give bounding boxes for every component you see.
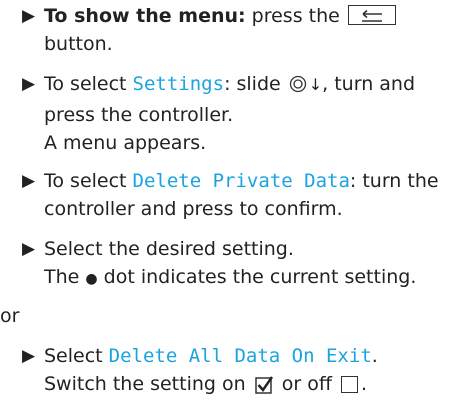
- delete-all-data-on-exit-label: Delete All Data On Exit: [108, 345, 372, 367]
- step-delete-all-data-on-exit: ▶ Select Delete All Data On Exit. Switch…: [22, 342, 455, 402]
- play-triangle-icon: ▶: [22, 171, 36, 191]
- or-separator: or: [0, 305, 20, 327]
- checkbox-unchecked-icon: [340, 376, 358, 393]
- step-select-settings: ▶ To select Settings: slide ↓, turn and …: [22, 70, 455, 157]
- controller-icon: [289, 73, 307, 101]
- step-bold-label: To show the menu:: [44, 5, 246, 27]
- step-show-menu: ▶ To show the menu: press the button.: [22, 2, 455, 58]
- settings-menu-label: Settings: [132, 73, 225, 95]
- play-triangle-icon: ▶: [22, 239, 36, 259]
- step-select-setting: ▶ Select the desired setting. The ● dot …: [22, 235, 455, 293]
- down-arrow-icon: ↓: [308, 75, 323, 94]
- play-triangle-icon: ▶: [22, 346, 36, 366]
- step-delete-private-data: ▶ To select Delete Private Data: turn th…: [22, 167, 455, 223]
- back-button-icon: [347, 5, 396, 25]
- play-triangle-icon: ▶: [22, 74, 36, 94]
- play-triangle-icon: ▶: [22, 6, 36, 26]
- delete-private-data-label: Delete Private Data: [132, 170, 350, 192]
- step-result: A menu appears.: [44, 132, 207, 154]
- current-setting-dot-icon: ●: [85, 271, 98, 287]
